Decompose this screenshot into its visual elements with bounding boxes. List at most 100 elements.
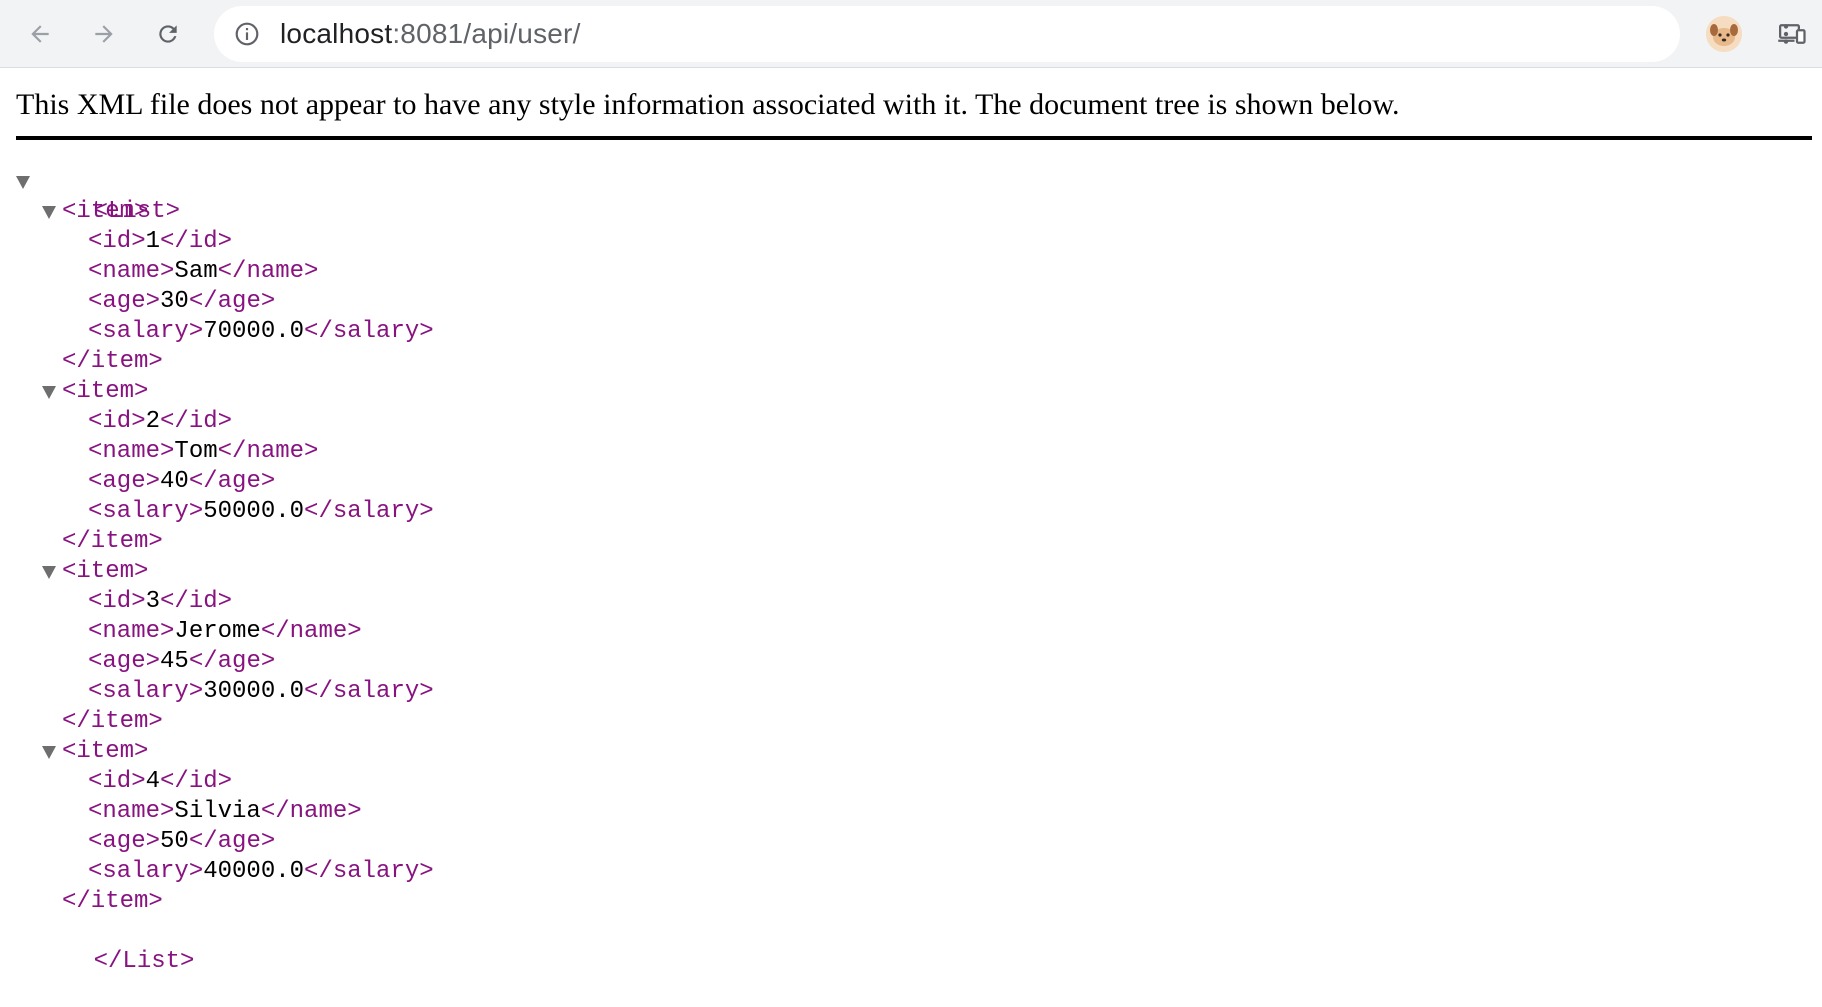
age-open-tag: <age> (88, 468, 161, 495)
reload-button[interactable] (146, 12, 190, 56)
id-value: 1 (145, 228, 161, 255)
name-close-tag: </name> (217, 258, 319, 285)
id-close-tag: </id> (160, 228, 233, 255)
address-bar[interactable]: localhost:8081/api/user/ (214, 6, 1806, 62)
age-value: 50 (160, 828, 189, 855)
xml-field-id: <id>1</id> (16, 227, 434, 257)
items-container: <item> <id>1</id> <name>Sam</name> <age>30<… (16, 197, 434, 917)
id-value: 4 (145, 768, 161, 795)
id-open-tag: <id> (88, 408, 146, 435)
salary-value: 40000.0 (203, 858, 305, 885)
item-open-tag: <item> (62, 558, 149, 585)
age-close-tag: </age> (188, 288, 276, 315)
name-open-tag: <name> (88, 798, 175, 825)
salary-open-tag: <salary> (88, 858, 204, 885)
id-value: 3 (145, 588, 161, 615)
item-open-tag: <item> (62, 378, 149, 405)
name-close-tag: </name> (217, 438, 319, 465)
xml-field-age: <age>30</age> (16, 287, 434, 317)
name-value: Silvia (174, 798, 261, 825)
item-open-line: <item> (16, 737, 434, 767)
url-path: :8081/api/user/ (392, 18, 581, 49)
browser-toolbar: localhost:8081/api/user/ (0, 0, 1822, 68)
item-close-line: </item> (16, 887, 434, 917)
info-circle-icon[interactable] (234, 21, 260, 47)
salary-close-tag: </salary> (304, 678, 434, 705)
list-close-line: </List> (16, 917, 434, 975)
name-open-tag: <name> (88, 618, 175, 645)
item-open-line: <item> (16, 197, 434, 227)
name-open-tag: <name> (88, 258, 175, 285)
salary-close-tag: </salary> (304, 858, 434, 885)
avatar-icon (1706, 16, 1742, 52)
id-open-tag: <id> (88, 768, 146, 795)
id-open-tag: <id> (88, 228, 146, 255)
name-value: Tom (174, 438, 218, 465)
salary-open-tag: <salary> (88, 678, 204, 705)
forward-button[interactable] (82, 12, 126, 56)
age-value: 45 (160, 648, 189, 675)
age-close-tag: </age> (188, 468, 276, 495)
collapse-triangle-icon[interactable] (42, 566, 56, 579)
name-close-tag: </name> (260, 798, 362, 825)
item-close-tag: </item> (62, 348, 163, 375)
salary-value: 50000.0 (203, 498, 305, 525)
id-close-tag: </id> (160, 768, 233, 795)
xml-field-name: <name>Sam</name> (16, 257, 434, 287)
xml-style-notice: This XML file does not appear to have an… (16, 88, 1400, 121)
url-host: localhost (280, 18, 393, 49)
age-open-tag: <age> (88, 288, 161, 315)
salary-open-tag: <salary> (88, 318, 204, 345)
id-open-tag: <id> (88, 588, 146, 615)
profile-button[interactable] (1702, 12, 1746, 56)
item-close-tag: </item> (62, 528, 163, 555)
item-open-tag: <item> (62, 738, 149, 765)
xml-field-salary: <salary>70000.0</salary> (16, 317, 434, 347)
item-close-line: </item> (16, 707, 434, 737)
salary-value: 30000.0 (203, 678, 305, 705)
collapse-triangle-icon[interactable] (16, 176, 30, 189)
xml-field-age: <age>40</age> (16, 467, 434, 497)
collapse-triangle-icon[interactable] (42, 386, 56, 399)
collapse-triangle-icon[interactable] (42, 746, 56, 759)
xml-field-salary: <salary>40000.0</salary> (16, 857, 434, 887)
arrow-right-icon (95, 25, 113, 43)
arrow-left-icon (31, 25, 49, 43)
xml-field-name: <name>Tom</name> (16, 437, 434, 467)
name-value: Sam (174, 258, 218, 285)
age-value: 30 (160, 288, 189, 315)
item-open-line: <item> (16, 377, 434, 407)
xml-field-age: <age>45</age> (16, 647, 434, 677)
reload-icon (159, 25, 177, 43)
name-value: Jerome (174, 618, 261, 645)
more-vert-icon (1783, 24, 1789, 44)
xml-field-id: <id>2</id> (16, 407, 434, 437)
xml-field-name: <name>Silvia</name> (16, 797, 434, 827)
collapse-triangle-icon[interactable] (42, 206, 56, 219)
divider (16, 136, 1812, 140)
item-close-line: </item> (16, 527, 434, 557)
xml-tree: <List> <item> <id>1</id> <name>Sam</name> <… (16, 167, 434, 975)
id-close-tag: </id> (160, 408, 233, 435)
salary-open-tag: <salary> (88, 498, 204, 525)
id-close-tag: </id> (160, 588, 233, 615)
item-open-tag: <item> (62, 198, 149, 225)
url-text[interactable]: localhost:8081/api/user/ (280, 6, 581, 62)
xml-field-id: <id>4</id> (16, 767, 434, 797)
name-open-tag: <name> (88, 438, 175, 465)
back-button[interactable] (18, 12, 62, 56)
xml-field-age: <age>50</age> (16, 827, 434, 857)
item-close-line: </item> (16, 347, 434, 377)
item-close-tag: </item> (62, 888, 163, 915)
id-value: 2 (145, 408, 161, 435)
salary-close-tag: </salary> (304, 498, 434, 525)
xml-field-salary: <salary>30000.0</salary> (16, 677, 434, 707)
age-close-tag: </age> (188, 648, 276, 675)
xml-field-salary: <salary>50000.0</salary> (16, 497, 434, 527)
age-open-tag: <age> (88, 648, 161, 675)
name-close-tag: </name> (260, 618, 362, 645)
list-open-line: <List> (16, 167, 434, 225)
menu-button[interactable] (1764, 12, 1808, 56)
age-open-tag: <age> (88, 828, 161, 855)
list-close-tag: </List> (93, 948, 195, 975)
